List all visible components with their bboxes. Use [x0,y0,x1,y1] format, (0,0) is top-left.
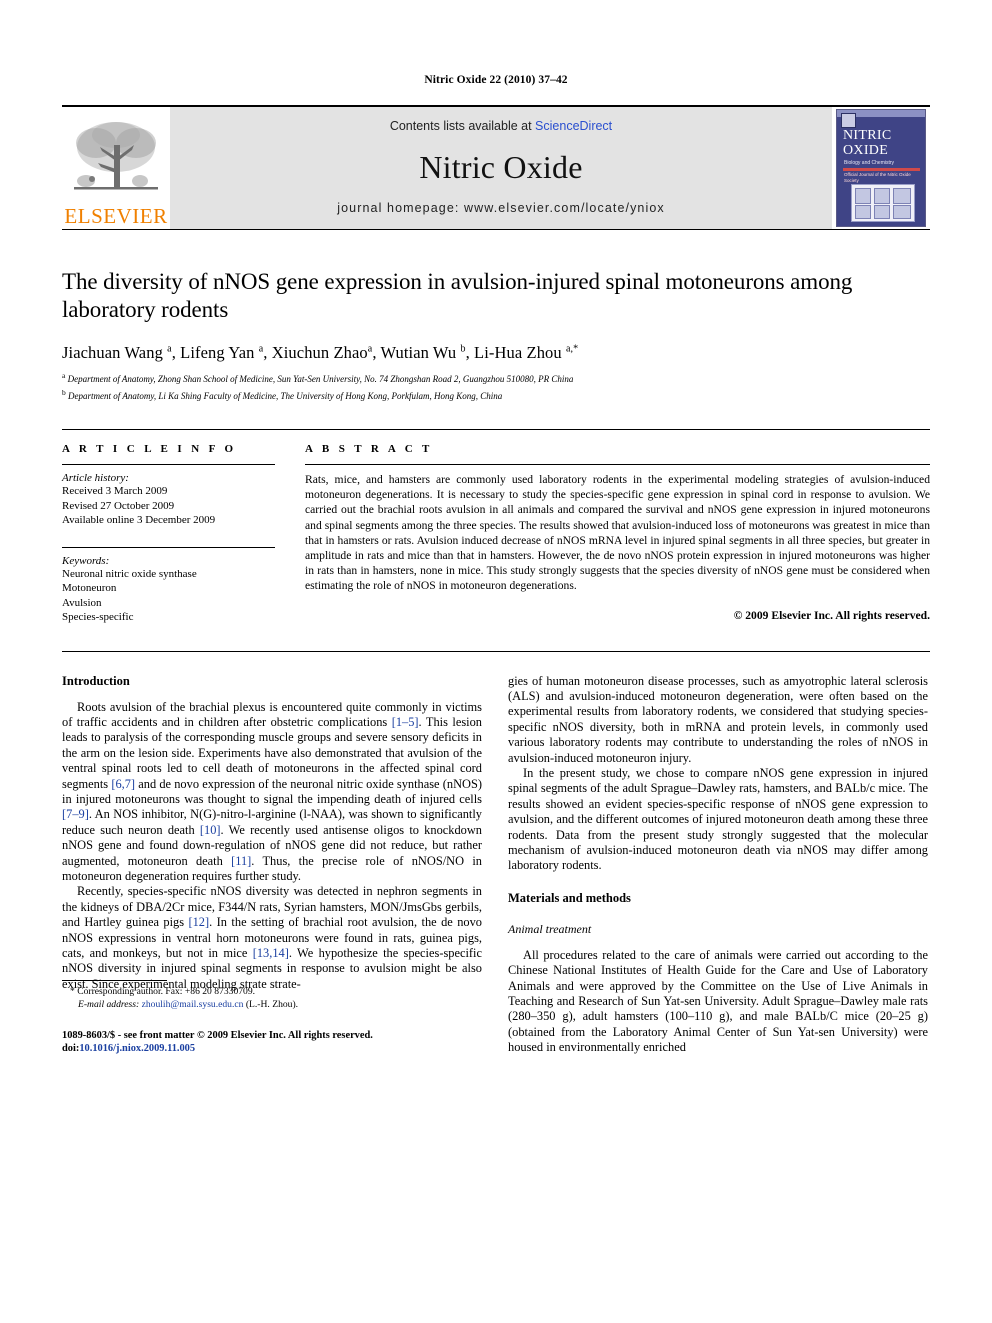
email-label: E-mail address: [78,999,140,1011]
running-head: Nitric Oxide 22 (2010) 37–42 [424,74,568,86]
cover-society-line: Official Journal of the Nitric Oxide Soc… [844,172,911,183]
elsevier-logo: ELSEVIER [62,107,170,229]
issn-line: 1089-8603/$ - see front matter © 2009 El… [62,1029,373,1041]
author-affil-marker: a [258,343,264,355]
journal-homepage[interactable]: journal homepage: www.elsevier.com/locat… [337,201,665,215]
cover-line-2: OXIDE [843,143,889,158]
abstract-text: Rats, mice, and hamsters are commonly us… [305,473,930,593]
cover-figure-panel [851,184,915,222]
article-info-column: A R T I C L E I N F O Article history: R… [62,443,305,625]
intro-paragraph-3: In the present study, we chose to compar… [508,765,928,873]
keyword-item: Neuronal nitric oxide synthase [62,567,197,580]
sciencedirect-link[interactable]: ScienceDirect [535,119,612,133]
elsevier-tree-icon [74,122,158,190]
affiliation-b: b Department of Anatomy, Li Ka Shing Fac… [62,387,930,403]
article-info-heading: A R T I C L E I N F O [62,443,237,455]
keyword-item: Species-specific [62,611,134,623]
animal-treatment-heading: Animal treatment [508,921,592,936]
citation-link[interactable]: [12] [188,915,209,929]
email-link[interactable]: zhoulih@mail.sysu.edu.cn [142,999,244,1010]
available-online-date: Available online 3 December 2009 [62,514,216,526]
banner-bottom-rule [62,229,930,230]
email-note: E-mail address: zhoulih@mail.sysu.edu.cn… [78,999,482,1012]
corresponding-author-text: Corresponding author. Fax: +86 20 873307… [77,986,256,998]
page-title: The diversity of nNOS gene expression in… [62,269,853,322]
keyword-item: Motoneuron [62,582,117,594]
elsevier-wordmark: ELSEVIER [64,204,168,228]
doi-line: doi:10.1016/j.niox.2009.11.005 [62,1042,482,1056]
intro-paragraph-2-continued: gies of human motoneuron disease process… [508,674,928,766]
citation-link[interactable]: [11] [231,854,251,868]
keywords-label: Keywords: [62,554,110,567]
cover-subtitle: Biology and Chemistry [844,160,895,166]
author-affil-marker: a [167,343,172,355]
cover-logo-box [841,113,856,128]
keyword-item: Avulsion [62,596,102,609]
doi-label: doi: [62,1043,80,1055]
affil-marker-b: b [62,387,66,397]
citation-link[interactable]: [7–9] [62,807,89,821]
intro-paragraph-1: Roots avulsion of the brachial plexus is… [62,700,482,885]
author-affil-marker: a,* [566,343,579,355]
affiliation-a-text: Department of Anatomy, Zhong Shan School… [67,374,574,384]
keywords-rule [62,546,275,548]
author-list: Jiachuan Wang a, Lifeng Yan a, Xiuchun Z… [62,343,579,362]
citation-link[interactable]: [13,14] [253,946,289,960]
affil-marker-a: a [62,371,66,380]
abstract-heading: A B S T R A C T [305,443,433,455]
corresponding-author-note: * Corresponding author. Fax: +86 20 8733… [70,986,482,999]
journal-banner: ELSEVIER Contents lists available at Sci… [62,105,930,229]
keywords-block: Keywords: Neuronal nitric oxide synthase… [62,546,275,625]
intro-p2-continued-text: gies of human motoneuron disease process… [508,673,928,765]
animal-treatment-paragraph: All procedures related to the care of an… [508,947,928,1055]
body-columns: Introduction Roots avulsion of the brach… [62,650,930,1056]
cover-title: NITRIC OXIDE [843,128,921,158]
body-column-right: gies of human motoneuron disease process… [508,674,928,1056]
introduction-heading: Introduction [62,673,130,688]
article-history-label: Article history: [62,472,129,484]
citation-link[interactable]: [10] [200,823,221,837]
affiliation-a: a Department of Anatomy, Zhong Shan Scho… [62,370,930,386]
journal-cover-thumbnail: NITRIC OXIDE Biology and Chemistry Offic… [832,107,930,229]
issn-footer: 1089-8603/$ - see front matter © 2009 El… [62,1029,482,1056]
doi-link[interactable]: 10.1016/j.niox.2009.11.005 [79,1043,195,1054]
copyright-line: © 2009 Elsevier Inc. All rights reserved… [733,608,930,622]
footnote-rule [62,980,167,982]
journal-title: Nitric Oxide [419,148,583,185]
abstract-column: A B S T R A C T Rats, mice, and hamsters… [305,443,930,625]
citation-link[interactable]: [1–5] [392,715,419,729]
affiliation-b-text: Department of Anatomy, Li Ka Shing Facul… [68,390,503,401]
received-date: Received 3 March 2009 [62,485,168,497]
contents-list-line: Contents lists available at ScienceDirec… [390,119,612,133]
banner-center: Contents lists available at ScienceDirec… [170,107,832,229]
contents-prefix: Contents lists available at [389,119,536,133]
body-column-left: Introduction Roots avulsion of the brach… [62,674,482,1056]
asterisk-marker: * [70,986,75,998]
email-suffix: (L.-H. Zhou). [243,999,299,1011]
info-rule-top [62,464,275,465]
info-abstract-section: A R T I C L E I N F O Article history: R… [62,429,930,625]
author-affil-marker: a [367,343,373,355]
citation-link[interactable]: [6,7] [111,777,135,791]
revised-date: Revised 27 October 2009 [62,499,175,512]
cover-image: NITRIC OXIDE Biology and Chemistry Offic… [836,109,926,227]
article-page: Nitric Oxide 22 (2010) 37–42 ELSEVIER Co… [0,0,992,1323]
intro-paragraph-2: Recently, species-specific nNOS diversit… [62,884,482,992]
abstract-rule [305,464,930,465]
author-affil-marker: b [460,343,466,355]
materials-methods-heading: Materials and methods [508,890,631,905]
cover-red-bar [843,168,920,171]
footnote-area: * Corresponding author. Fax: +86 20 8733… [62,980,482,1055]
cover-line-1: NITRIC [843,128,892,143]
